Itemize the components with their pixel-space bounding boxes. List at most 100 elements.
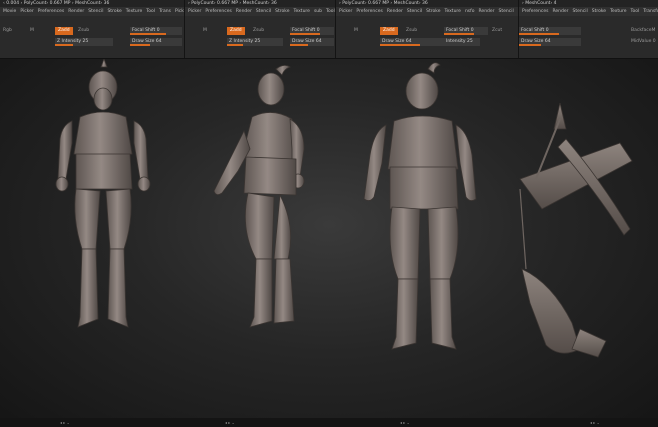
ui-strip-1: ‹ 0.004 › PolyCount› 0.667 MP › MeshCoun… — [0, 0, 185, 58]
focal-shift-slider[interactable]: Focal Shift 0 — [130, 27, 182, 35]
menu-item[interactable]: Tool — [146, 9, 155, 14]
menu-item[interactable]: Picker — [339, 9, 352, 14]
footer-bar: ◂ ▸ ⌄ ◂ ▸ ⌄ ◂ ▸ ⌄ ◂ ▸ ⌄ — [0, 418, 658, 427]
ui-strip-3: › PolyCount› 0.667 MP › MeshCount› 36 Pi… — [336, 0, 519, 58]
menu-item[interactable]: Render — [479, 9, 495, 14]
draw-size-slider[interactable]: Draw Size 64 — [290, 38, 334, 46]
ui-strip-4: › MeshCount› 4 Preferences Render Stencil S… — [519, 0, 658, 58]
menu-item[interactable]: Texture — [444, 9, 460, 14]
right-arm — [455, 124, 477, 201]
menu-item[interactable]: Stroke — [275, 9, 289, 14]
footer-control[interactable]: ◂ ▸ ⌄ — [400, 418, 410, 427]
right-leg — [427, 206, 459, 280]
zsub-button[interactable]: Zsub — [78, 27, 89, 35]
left-arm — [57, 120, 73, 181]
torso-armor — [73, 111, 133, 157]
menu-item[interactable]: Texture — [610, 9, 626, 14]
draw-size-slider[interactable]: Draw Size 64 — [519, 38, 581, 46]
right-arm — [133, 120, 149, 181]
menu-item[interactable]: Stroke — [107, 9, 121, 14]
menu-item[interactable]: Render — [552, 9, 568, 14]
crossbow-string — [519, 188, 527, 270]
zbrush-topbar: ‹ 0.004 › PolyCount› 0.667 MP › MeshCoun… — [0, 0, 658, 59]
menu-item[interactable]: Texture — [293, 9, 309, 14]
zsub-button[interactable]: Zsub — [253, 27, 264, 35]
menu-item[interactable]: Picker — [20, 9, 33, 14]
menu-bar[interactable]: Movie Picker Preferences Render Stencil Strok… — [0, 7, 184, 16]
front-leg — [273, 193, 292, 260]
crossbow-model — [519, 102, 633, 358]
menu-item[interactable]: Stencil — [407, 9, 422, 14]
ui-strip-2: › PolyCount› 0.667 MP › MeshCount› 36 Pi… — [185, 0, 336, 58]
z-intensity-slider[interactable]: Z Intensity 25 — [227, 38, 283, 46]
helmet — [405, 72, 439, 110]
focal-shift-slider[interactable]: Focal Shift 0 — [290, 27, 334, 35]
status-bar: ‹ 0.004 › PolyCount› 0.667 MP › MeshCoun… — [0, 0, 184, 7]
menu-item[interactable]: Render — [236, 9, 252, 14]
rgb-button[interactable]: Rgb — [3, 27, 12, 35]
left-boot — [391, 278, 419, 350]
right-fist — [137, 176, 151, 192]
draw-size-slider[interactable]: Draw Size 64 — [130, 38, 182, 46]
backface-mask-button[interactable]: BackfaceM — [631, 27, 655, 35]
tool-row-2: Z Intensity 25 Draw Size 64 — [185, 37, 335, 47]
menu-item[interactable]: Stroke — [592, 9, 606, 14]
menu-item[interactable]: Stencil — [499, 9, 514, 14]
front-boot — [273, 258, 295, 324]
status-bar: › PolyCount› 0.667 MP › MeshCount› 36 — [185, 0, 335, 7]
back-skirt — [389, 166, 459, 210]
footer-control[interactable]: ◂ ▸ ⌄ — [590, 418, 600, 427]
zadd-button[interactable]: Zadd — [380, 27, 398, 35]
z-intensity-slider[interactable]: Z Intensity 25 — [55, 38, 113, 46]
menu-item[interactable]: Preferences — [356, 9, 382, 14]
menu-item[interactable]: sub — [314, 9, 322, 14]
focal-shift-slider[interactable]: Focal Shift 0 — [444, 27, 488, 35]
menu-item[interactable]: Transform — [643, 9, 658, 14]
midvalue-control[interactable]: MidValue 0 — [631, 38, 656, 46]
menu-bar[interactable]: Picker Preferences Render Stencil Stroke Text… — [185, 7, 335, 16]
menu-item[interactable]: Stencil — [573, 9, 588, 14]
menu-item[interactable]: Stencil — [256, 9, 271, 14]
3d-viewport[interactable] — [0, 59, 658, 427]
slider-fill — [227, 44, 243, 46]
sculpt-renders — [55, 59, 633, 358]
right-boot — [429, 278, 457, 350]
zadd-button[interactable]: Zadd — [227, 27, 245, 35]
intensity-slider[interactable]: Intensity 25 — [444, 38, 488, 46]
menu-bar[interactable]: Picker Preferences Render Stencil Stroke Text… — [336, 7, 518, 16]
menu-item[interactable]: Movie — [3, 9, 16, 14]
left-leg — [389, 206, 421, 280]
footer-control[interactable]: ◂ ▸ ⌄ — [225, 418, 235, 427]
menu-item[interactable]: Trans — [159, 9, 171, 14]
menu-item[interactable]: Render — [68, 9, 84, 14]
menu-item[interactable]: Picker — [188, 9, 201, 14]
menu-bar[interactable]: Preferences Render Stencil Stroke Texture Too… — [519, 7, 658, 16]
menu-item[interactable]: Picker — [175, 9, 184, 14]
m-button[interactable]: M — [30, 27, 34, 35]
menu-item[interactable]: Tool — [326, 9, 335, 14]
footer-control[interactable]: ◂ ▸ ⌄ — [60, 418, 70, 427]
helmet-plume — [100, 59, 108, 68]
menu-item[interactable]: Render — [387, 9, 403, 14]
m-button[interactable]: M — [203, 27, 207, 35]
zcut-button[interactable]: Zcut — [492, 27, 502, 35]
crossbow-butt — [571, 328, 607, 358]
menu-item[interactable]: Stencil — [88, 9, 103, 14]
side-view-figure — [213, 65, 305, 328]
menu-item[interactable]: Preferences — [522, 9, 548, 14]
menu-item[interactable]: Preferences — [205, 9, 231, 14]
slider-fill — [444, 33, 474, 35]
m-button[interactable]: M — [354, 27, 358, 35]
menu-item[interactable]: Preferences — [38, 9, 64, 14]
helmet-plume — [275, 65, 291, 76]
slider-fill — [290, 44, 308, 46]
rear-leg — [244, 192, 275, 260]
focal-shift-slider[interactable]: Focal Shift 0 — [519, 27, 581, 35]
zadd-button[interactable]: Zadd — [55, 27, 73, 35]
menu-item[interactable]: Stroke — [426, 9, 440, 14]
menu-item[interactable]: Texture — [126, 9, 142, 14]
helmet — [257, 72, 285, 106]
menu-item[interactable]: nsfo — [465, 9, 475, 14]
zsub-button[interactable]: Zsub — [406, 27, 417, 35]
menu-item[interactable]: Tool — [631, 9, 640, 14]
